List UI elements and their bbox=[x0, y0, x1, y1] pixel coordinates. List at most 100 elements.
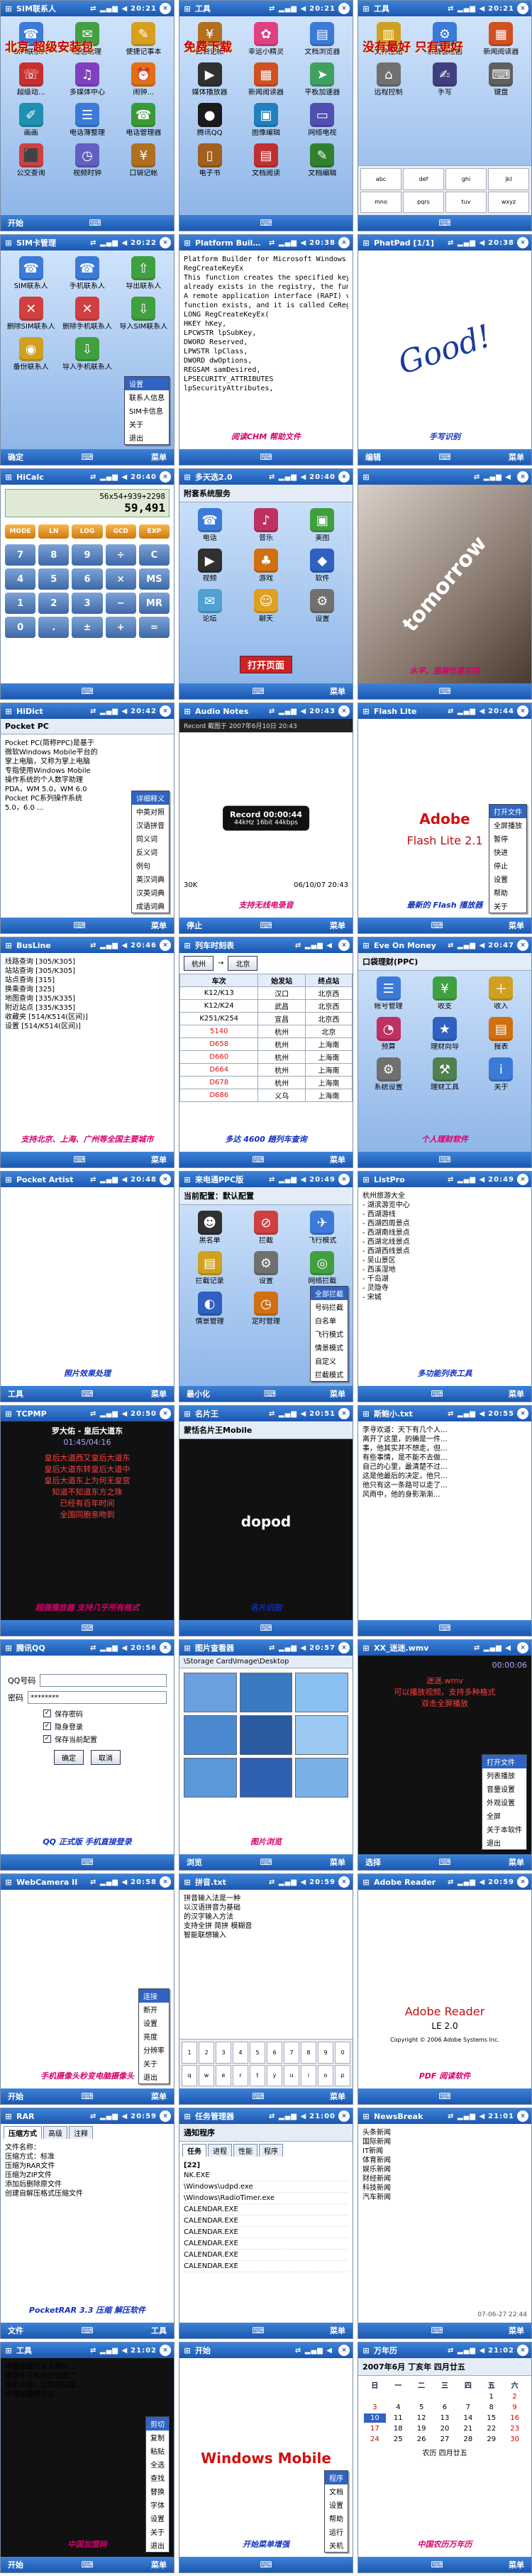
close-button[interactable]: × bbox=[517, 2345, 528, 2356]
keyboard-icon[interactable]: ⌨ bbox=[260, 920, 272, 930]
keyboard-icon[interactable]: ⌨ bbox=[252, 1155, 264, 1165]
menu-item[interactable]: 白名单 bbox=[311, 1314, 348, 1327]
text-line[interactable]: 专指使用Windows Mobile bbox=[5, 766, 170, 776]
app-shortcut[interactable]: ▤ 文档阅读 bbox=[238, 143, 293, 178]
app-shortcut[interactable]: ▶ 视频 bbox=[182, 549, 237, 583]
table-row[interactable]: D686 义乌 上海南 bbox=[179, 1089, 353, 1102]
windows-logo-icon[interactable]: ⊞ bbox=[4, 2345, 13, 2355]
function-key[interactable]: LN bbox=[38, 524, 70, 539]
menu-item[interactable]: 退出 bbox=[139, 2070, 169, 2084]
menu-item[interactable]: 汉语拼音 bbox=[132, 818, 169, 832]
calendar-day[interactable] bbox=[434, 2392, 456, 2401]
status-tray[interactable]: ⇄ ▂▄▆ ◀ bbox=[269, 1644, 306, 1652]
menu-item[interactable]: 设置 bbox=[325, 2498, 348, 2511]
cancel-button[interactable]: 取消 bbox=[91, 1750, 121, 1765]
right-soft-key[interactable]: 菜单 bbox=[509, 1856, 524, 1868]
keyboard-icon[interactable]: ⌨ bbox=[438, 2091, 450, 2101]
right-soft-key[interactable]: 工具 bbox=[151, 2325, 167, 2336]
calendar-day[interactable]: 26 bbox=[411, 2435, 433, 2444]
keyboard-key[interactable]: 5 bbox=[250, 2042, 265, 2064]
close-button[interactable]: × bbox=[338, 705, 350, 717]
calculator-key[interactable]: 0 bbox=[5, 617, 36, 638]
left-soft-key[interactable]: 编辑 bbox=[365, 451, 381, 463]
close-button[interactable]: × bbox=[338, 1642, 350, 1653]
left-soft-key[interactable]: 开始 bbox=[8, 217, 23, 229]
left-soft-key[interactable]: 工具 bbox=[8, 1388, 23, 1399]
app-shortcut[interactable]: ⇧ 导出联系人 bbox=[116, 256, 171, 291]
status-tray[interactable]: ⇄ ▂▄▆ ◀ bbox=[90, 2113, 128, 2120]
close-button[interactable]: × bbox=[517, 471, 528, 483]
image-thumbnail[interactable] bbox=[239, 1715, 293, 1755]
app-shortcut[interactable]: ⚙ 设置 bbox=[295, 589, 350, 624]
menu-item[interactable]: 断开 bbox=[139, 2003, 169, 2016]
keyboard-icon[interactable]: ⌨ bbox=[431, 920, 443, 930]
menu-item[interactable]: 关于 bbox=[146, 2525, 169, 2538]
calculator-key[interactable]: ÷ bbox=[105, 544, 136, 566]
text-line[interactable]: 压缩方式：标准 bbox=[5, 2152, 170, 2162]
table-row[interactable]: K12/K24 武昌 北京西 bbox=[179, 999, 353, 1013]
checkbox[interactable]: ✓ bbox=[43, 1735, 51, 1743]
keyboard-key[interactable]: def bbox=[403, 168, 444, 190]
app-shortcut[interactable]: ▦ 新闻阅读器 bbox=[238, 62, 293, 97]
calendar-day[interactable]: 6 bbox=[434, 2403, 456, 2412]
keyboard-icon[interactable]: ⌨ bbox=[81, 2091, 93, 2101]
right-soft-key[interactable]: 菜单 bbox=[509, 2325, 524, 2336]
keyboard-icon[interactable]: ⌨ bbox=[431, 1389, 443, 1399]
app-shortcut[interactable]: ▭ 网络电视 bbox=[295, 103, 350, 138]
status-tray[interactable]: ⇄ ▂▄▆ ◀ bbox=[448, 1878, 485, 1886]
app-shortcut[interactable]: ⬛ 公交查询 bbox=[4, 143, 58, 178]
menu-item[interactable]: 关于 bbox=[139, 2057, 169, 2070]
app-shortcut[interactable]: ☎ 手机联系人 bbox=[60, 256, 114, 291]
status-tray[interactable]: ⇄ ▂▄▆ ◀ bbox=[448, 942, 485, 950]
table-row[interactable]: D660 杭州 上海南 bbox=[179, 1050, 353, 1064]
app-shortcut[interactable]: ♣ 游戏 bbox=[238, 549, 293, 583]
menu-item[interactable]: 替换 bbox=[146, 2484, 169, 2498]
keyboard-icon[interactable]: ⌨ bbox=[89, 218, 101, 228]
keyboard-key[interactable]: q bbox=[182, 2064, 197, 2086]
menu-item[interactable]: 退出 bbox=[146, 2538, 169, 2552]
keyboard-icon[interactable]: ⌨ bbox=[438, 1623, 450, 1633]
calendar-day[interactable]: 25 bbox=[387, 2435, 409, 2444]
app-shortcut[interactable]: ◉ 备份联系人 bbox=[4, 337, 58, 372]
app-shortcut[interactable]: ¥ 口袋记帐 bbox=[116, 143, 171, 178]
calculator-key[interactable]: 2 bbox=[38, 593, 70, 614]
keyboard-icon[interactable]: ⌨ bbox=[438, 218, 450, 228]
calendar-day[interactable] bbox=[411, 2392, 433, 2401]
windows-logo-icon[interactable]: ⊞ bbox=[361, 1174, 371, 1184]
text-line[interactable]: 站点查询 [315] bbox=[5, 976, 170, 985]
keyboard-key[interactable]: 1 bbox=[182, 2042, 197, 2064]
tab[interactable]: 程序 bbox=[259, 2144, 283, 2157]
calculator-key[interactable]: MR bbox=[138, 593, 170, 614]
keyboard-key[interactable]: 8 bbox=[301, 2042, 316, 2064]
close-button[interactable]: × bbox=[517, 705, 528, 717]
menu-item[interactable]: 关于本软件 bbox=[482, 1822, 526, 1836]
status-tray[interactable]: ⇄ ▂▄▆ ◀ bbox=[269, 2113, 306, 2120]
right-soft-key[interactable]: 菜单 bbox=[151, 2559, 167, 2570]
menu-item[interactable]: 拦截模式 bbox=[311, 1367, 348, 1381]
right-soft-key[interactable]: 菜单 bbox=[330, 686, 345, 697]
menu-item[interactable]: 帮助 bbox=[489, 886, 526, 899]
text-line[interactable]: 文件名称： bbox=[5, 2143, 170, 2152]
keyboard-icon[interactable]: ⌨ bbox=[431, 2325, 443, 2335]
close-button[interactable]: × bbox=[517, 940, 528, 951]
image-thumbnail[interactable] bbox=[239, 1673, 293, 1712]
keyboard-icon[interactable]: ⌨ bbox=[252, 686, 264, 696]
calendar-day[interactable]: 2 bbox=[504, 2392, 526, 2401]
text-line[interactable]: CALENDAR.EXE bbox=[184, 2261, 348, 2272]
app-shortcut[interactable]: ▣ 图像编辑 bbox=[238, 103, 293, 138]
status-tray[interactable]: ⇄ ▂▄▆ ◀ bbox=[474, 1644, 511, 1652]
menu-item[interactable]: 全屏 bbox=[482, 1809, 526, 1822]
menu-item[interactable]: 关于 bbox=[489, 899, 526, 913]
calendar-day[interactable]: 4 bbox=[387, 2403, 409, 2412]
app-shortcut[interactable]: ☎ 电话 bbox=[182, 508, 237, 543]
status-tray[interactable]: ⇄ ▂▄▆ ◀ bbox=[295, 942, 333, 950]
text-line[interactable]: NK.EXE bbox=[184, 2170, 348, 2181]
status-tray[interactable]: ⇄ ▂▄▆ ◀ bbox=[90, 1644, 128, 1652]
app-shortcut[interactable]: ▤ 报表 bbox=[474, 1017, 528, 1052]
image-thumbnail[interactable] bbox=[295, 1673, 348, 1712]
app-shortcut[interactable]: ✐ 画画 bbox=[4, 103, 58, 138]
close-button[interactable]: × bbox=[338, 2110, 350, 2122]
calculator-key[interactable]: + bbox=[105, 617, 136, 638]
app-shortcut[interactable]: ✍ 手写 bbox=[417, 62, 472, 97]
calculator-key[interactable]: 4 bbox=[5, 568, 36, 590]
